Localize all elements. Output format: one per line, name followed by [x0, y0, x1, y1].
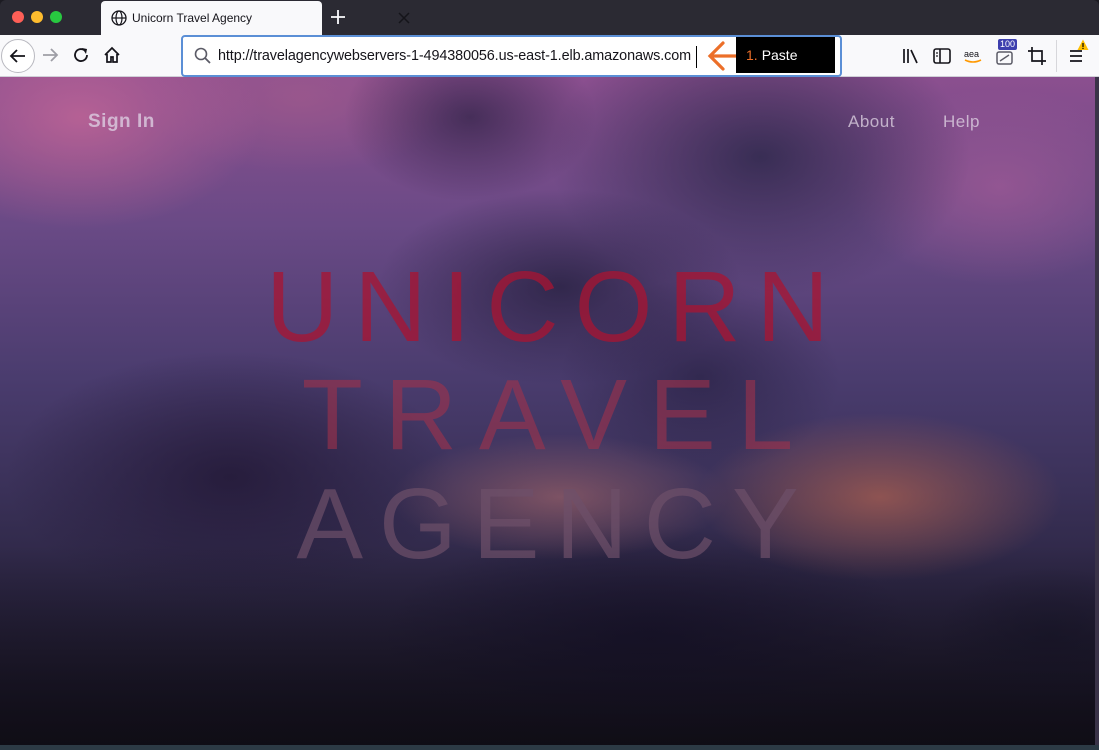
home-icon [104, 46, 120, 63]
window-edge [1095, 77, 1099, 750]
home-button[interactable] [101, 44, 123, 66]
hero-title-line-2: TRAVEL [301, 359, 816, 471]
library-icon[interactable] [900, 45, 922, 67]
url-text[interactable]: http://travelagencywebservers-1-49438005… [218, 48, 691, 64]
address-bar[interactable]: http://travelagencywebservers-1-49438005… [181, 35, 842, 77]
maximize-window-button[interactable] [50, 11, 62, 23]
tab-title: Unicorn Travel Agency [132, 11, 253, 25]
search-icon [194, 47, 211, 64]
amazon-assistant-icon[interactable]: aea [962, 45, 984, 67]
annotation-label: Paste [761, 47, 798, 63]
warning-icon [1077, 39, 1089, 50]
back-button[interactable] [1, 39, 35, 73]
extension-badge: 100 [998, 39, 1018, 50]
arrow-right-icon [43, 48, 59, 62]
sidebar-icon[interactable] [931, 45, 953, 67]
forward-button[interactable] [39, 44, 61, 66]
svg-text:aea: aea [964, 49, 979, 59]
browser-tab[interactable]: Unicorn Travel Agency [101, 1, 410, 35]
reload-icon [74, 48, 88, 62]
text-caret [696, 46, 697, 68]
web-page: Sign In About Help UNICORN TRAVEL AGENCY [0, 77, 1095, 745]
tab-bar: Unicorn Travel Agency [0, 0, 1099, 35]
desktop-background-strip [0, 745, 1099, 750]
hero-title-line-3: AGENCY [296, 468, 815, 580]
toolbar-separator [1056, 40, 1057, 72]
reload-button[interactable] [70, 44, 92, 66]
help-link[interactable]: Help [943, 112, 980, 132]
hero-title-line-1: UNICORN [266, 251, 845, 363]
paste-annotation: 1. Paste [736, 37, 835, 73]
annotation-step-number: 1. [746, 47, 758, 63]
sign-in-link[interactable]: Sign In [88, 111, 155, 133]
close-tab-icon[interactable] [396, 10, 412, 26]
screenshot-icon[interactable] [1026, 45, 1048, 67]
globe-icon [111, 10, 127, 26]
arrow-left-icon [9, 49, 25, 63]
about-link[interactable]: About [848, 112, 895, 132]
new-tab-icon[interactable] [329, 8, 347, 26]
close-window-button[interactable] [12, 11, 24, 23]
navigation-toolbar: http://travelagencywebservers-1-49438005… [0, 35, 1099, 77]
minimize-window-button[interactable] [31, 11, 43, 23]
